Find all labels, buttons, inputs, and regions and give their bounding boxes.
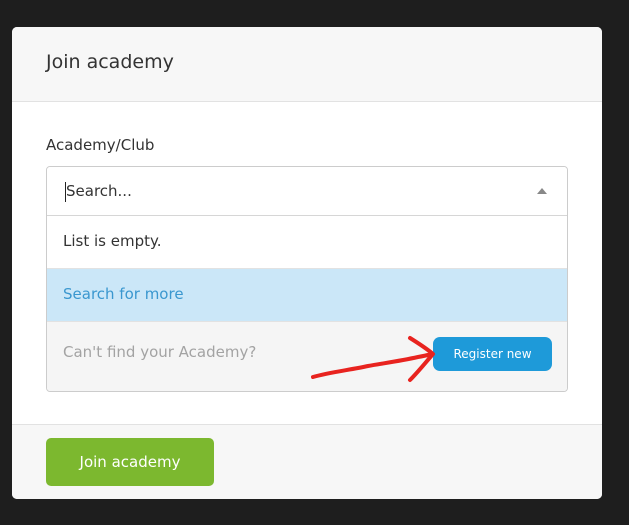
dropdown-empty-row: List is empty. <box>47 216 567 269</box>
search-for-more-option[interactable]: Search for more <box>47 269 567 322</box>
dropdown-arrow-up-icon[interactable] <box>537 188 547 194</box>
register-new-button[interactable]: Register new <box>433 337 552 371</box>
register-row: Can't find your Academy? Register new <box>47 322 567 391</box>
join-academy-button[interactable]: Join academy <box>46 438 214 486</box>
dropdown-search-row <box>47 167 567 216</box>
cant-find-academy-hint: Can't find your Academy? <box>63 343 257 361</box>
modal-title: Join academy <box>46 51 174 73</box>
search-for-more-label: Search for more <box>63 285 184 303</box>
modal-header: Join academy <box>12 27 602 102</box>
modal-body: Academy/Club List is empty. Search for m… <box>12 102 602 424</box>
academy-dropdown: List is empty. Search for more Can't fin… <box>46 166 568 392</box>
academy-club-label: Academy/Club <box>46 136 155 154</box>
list-empty-message: List is empty. <box>63 232 162 250</box>
join-academy-modal: Join academy Academy/Club List is empty.… <box>12 27 602 499</box>
modal-footer: Join academy <box>12 424 602 499</box>
academy-search-input[interactable] <box>66 175 506 207</box>
